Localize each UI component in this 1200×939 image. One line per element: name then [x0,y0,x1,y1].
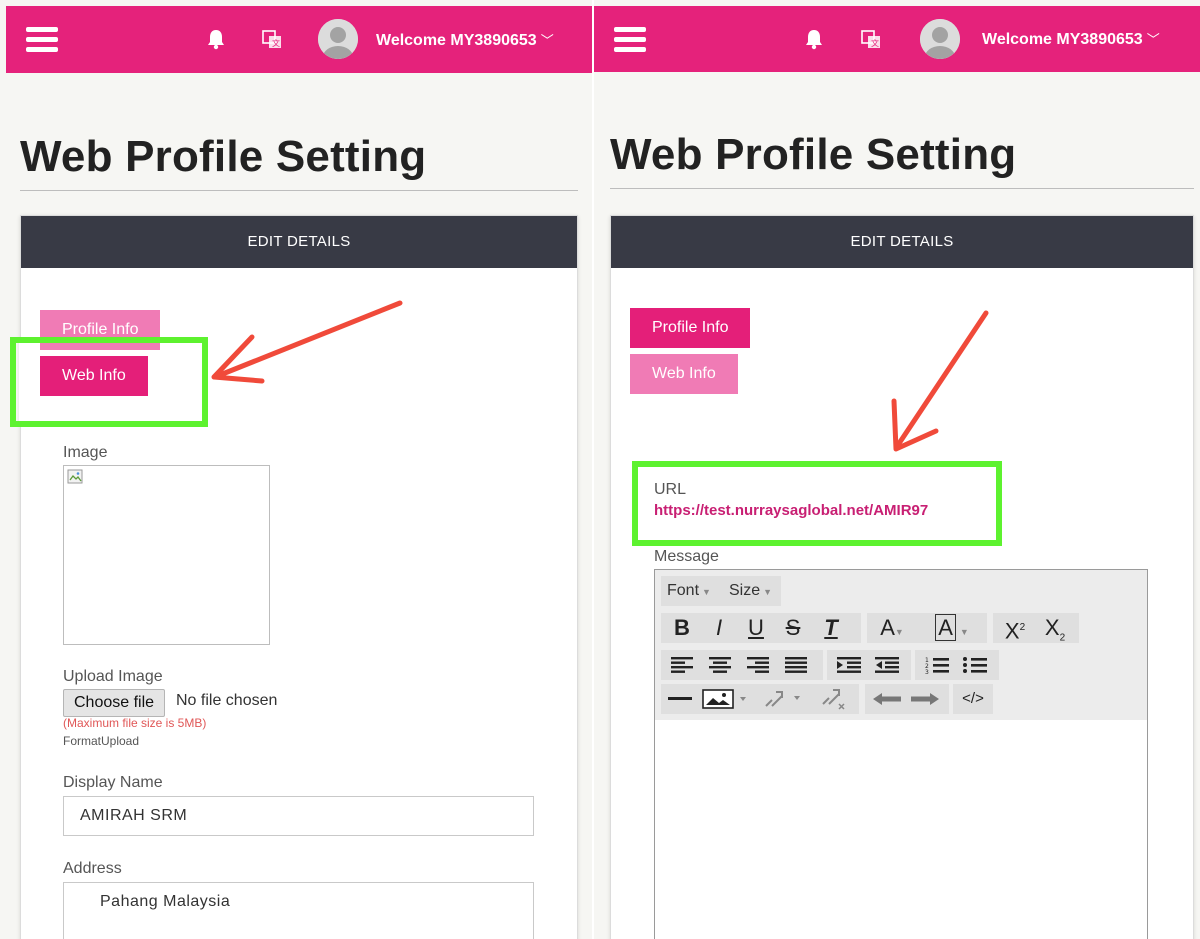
annotation-arrow [211,300,403,384]
top-navbar: 文 Welcome MY3890653 ﹀ [594,6,1200,72]
outdent-button[interactable] [869,650,905,680]
size-select[interactable]: Size ▼ [729,576,772,607]
superscript-mark: 2 [1019,622,1026,633]
bullet-list-button[interactable] [957,650,993,680]
editor-toolbar: Font ▼ Size ▼ B I U S T A▼ A ▼ X2 X2 1 2… [655,570,1147,720]
image-label: Image [63,444,108,461]
redo-arrow-icon[interactable] [907,684,943,714]
address-label: Address [63,860,122,877]
bell-icon[interactable] [804,28,824,50]
language-icon[interactable]: 文 [261,28,283,50]
text-color-label: A [880,615,895,640]
strikethrough-button[interactable]: S [776,613,810,643]
text-color-button[interactable]: A▼ [871,613,913,647]
welcome-text: Welcome MY3890653 [376,32,537,49]
url-label: URL [654,481,687,498]
page-title: Web Profile Setting [610,130,1017,179]
language-icon[interactable]: 文 [860,28,882,50]
indent-button[interactable] [831,650,867,680]
font-select-label: Font [667,582,700,599]
italic-button[interactable]: I [702,613,736,643]
no-file-text: No file chosen [176,692,278,709]
max-size-note: (Maximum file size is 5MB) [63,716,207,730]
font-select[interactable]: Font ▼ [667,576,711,607]
subscript-button[interactable]: X2 [1037,613,1073,653]
welcome-text: Welcome MY3890653 [982,31,1143,48]
annotation-arrow [891,310,989,452]
broken-image-icon [67,469,83,484]
right-screenshot: 文 Welcome MY3890653 ﹀ Web Profile Setting… [594,0,1200,939]
bg-color-label: A [935,614,956,641]
format-note: FormatUpload [63,734,140,748]
caret-down-icon: ▼ [763,587,773,597]
svg-text:文: 文 [871,38,879,48]
size-select-label: Size [729,582,761,599]
menu-icon[interactable] [26,27,58,53]
left-screenshot: 文 Welcome MY3890653 ﹀ Web Profile Setting… [0,0,592,939]
svg-text:文: 文 [272,38,280,48]
bold-button[interactable]: B [665,613,699,643]
undo-arrow-icon[interactable] [869,684,905,714]
caret-down-icon: ▼ [894,627,904,637]
top-navbar: 文 Welcome MY3890653 ﹀ [6,6,592,73]
remove-format-button[interactable]: T [813,613,849,643]
bell-icon[interactable] [206,28,226,50]
web-url-link[interactable]: https://test.nurraysaglobal.net/AMIR97 [654,502,928,519]
link-icon[interactable] [759,684,809,714]
svg-text:3: 3 [925,669,929,674]
user-menu[interactable]: Welcome MY3890653 ﹀ [376,30,554,50]
choose-file-button[interactable]: Choose file [63,689,166,717]
tab-web-info[interactable]: Web Info [40,356,148,396]
avatar[interactable] [318,19,358,59]
message-editor: Font ▼ Size ▼ B I U S T A▼ A ▼ X2 X2 1 2… [654,569,1148,939]
profile-image-preview [63,465,270,645]
horizontal-rule-button[interactable] [665,684,695,714]
tab-web-info[interactable]: Web Info [630,354,738,394]
numbered-list-button[interactable]: 123 [919,650,955,680]
justify-button[interactable] [779,650,813,680]
avatar[interactable] [920,19,960,59]
underline-button[interactable]: U [739,613,773,643]
superscript-label: X [1004,618,1020,644]
address-field[interactable]: Pahang Malaysia [63,882,534,939]
card-header: EDIT DETAILS [611,216,1193,268]
source-code-button[interactable]: </> [955,684,991,714]
page-title: Web Profile Setting [20,132,427,181]
title-divider [20,190,578,191]
menu-icon[interactable] [614,27,646,53]
caret-down-icon: ▼ [959,627,969,637]
upload-image-label: Upload Image [63,668,163,685]
highlight-box-edge [19,343,22,421]
title-divider [610,188,1194,189]
chevron-down-icon: ﹀ [540,33,554,48]
align-left-button[interactable] [665,650,699,680]
align-right-button[interactable] [741,650,775,680]
tab-profile-info[interactable]: Profile Info [630,308,751,348]
image-insert-button[interactable] [699,684,755,714]
caret-down-icon: ▼ [702,587,711,597]
superscript-button[interactable]: X2 [997,613,1033,646]
unlink-icon[interactable] [813,684,853,714]
chevron-down-icon: ﹀ [1146,32,1160,47]
display-name-label: Display Name [63,774,163,791]
subscript-label: X [1044,615,1060,640]
user-menu[interactable]: Welcome MY3890653 ﹀ [982,29,1160,49]
message-label: Message [654,548,719,565]
display-name-field[interactable]: AMIRAH SRM [63,796,534,836]
background-color-button[interactable]: A ▼ [927,613,977,647]
align-center-button[interactable] [703,650,737,680]
card-header: EDIT DETAILS [21,216,577,268]
subscript-mark: 2 [1059,632,1066,644]
